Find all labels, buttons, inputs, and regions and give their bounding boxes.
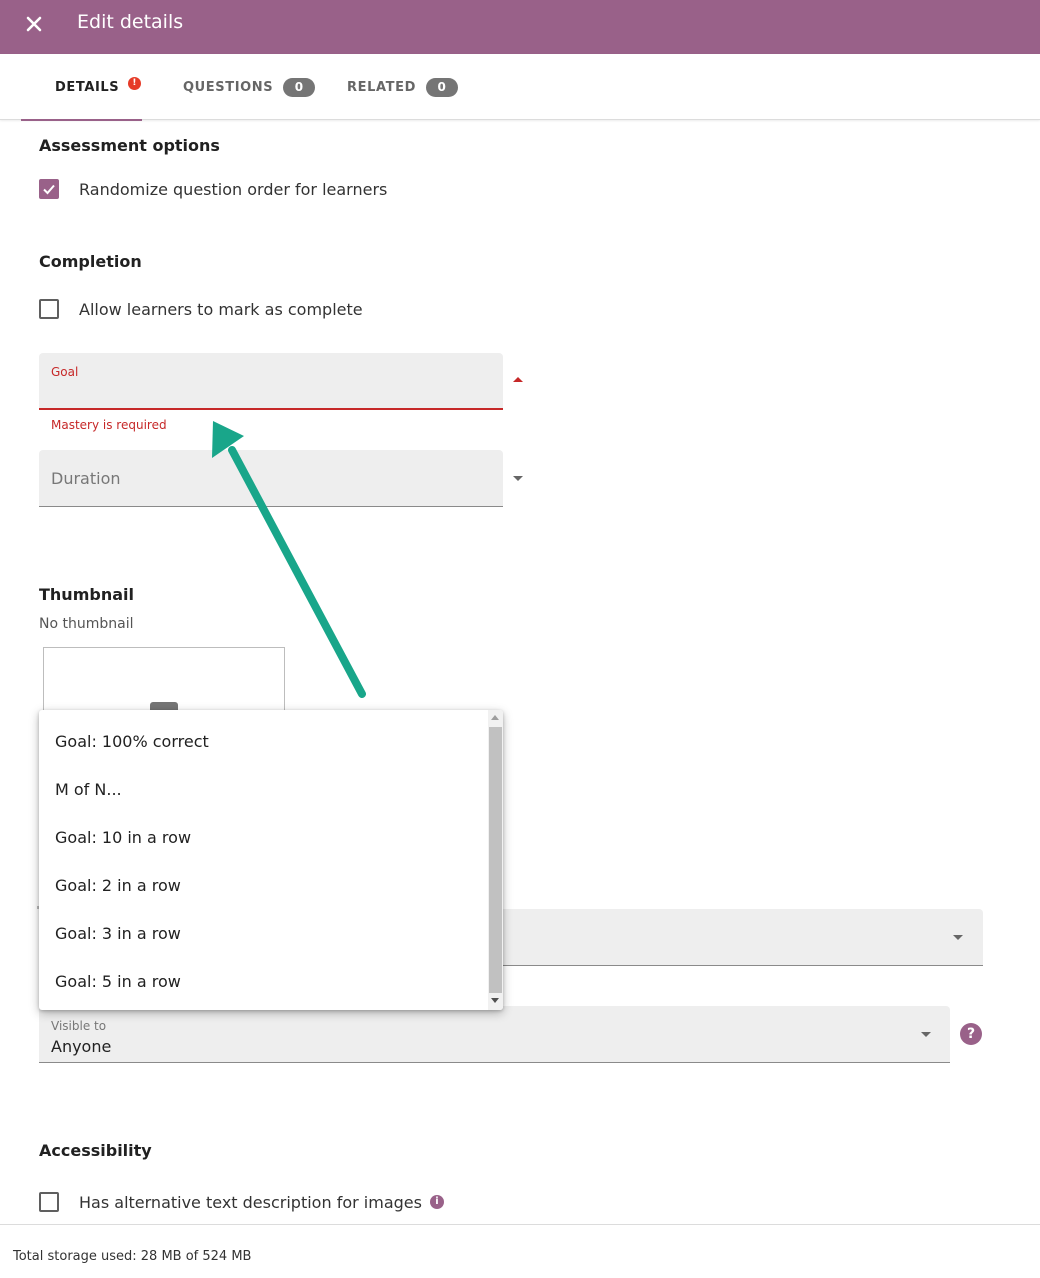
- goal-error-message: Mastery is required: [51, 418, 167, 432]
- alt-text-row: Has alternative text description for ima…: [39, 1192, 444, 1212]
- visible-to-select[interactable]: Visible to Anyone: [39, 1006, 950, 1063]
- allow-mark-label: Allow learners to mark as complete: [79, 299, 363, 319]
- tab-related[interactable]: RELATED 0: [347, 54, 458, 120]
- error-badge-icon: !: [128, 76, 142, 90]
- goal-select[interactable]: Goal: [39, 353, 523, 410]
- allow-mark-row: Allow learners to mark as complete: [39, 299, 363, 319]
- alt-text-label: Has alternative text description for ima…: [79, 1192, 422, 1212]
- tab-questions-label: QUESTIONS: [183, 79, 274, 95]
- duration-label: Duration: [51, 469, 121, 488]
- visible-to-label: Visible to: [51, 1019, 107, 1033]
- duration-select[interactable]: Duration: [39, 450, 523, 507]
- goal-option[interactable]: Goal: 2 in a row: [55, 876, 181, 895]
- storage-usage: Total storage used: 28 MB of 524 MB: [13, 1249, 252, 1264]
- tab-questions[interactable]: QUESTIONS 0: [183, 54, 316, 120]
- scroll-thumb[interactable]: [489, 727, 502, 993]
- goal-dropdown-menu: Goal: 100% correct M of N... Goal: 10 in…: [39, 710, 503, 1010]
- info-icon[interactable]: i: [429, 1195, 444, 1209]
- hidden-select[interactable]: [500, 909, 983, 966]
- goal-option[interactable]: Goal: 5 in a row: [55, 972, 181, 991]
- caret-down-icon: [953, 935, 963, 940]
- caret-up-icon: [513, 377, 523, 382]
- goal-label: Goal: [51, 365, 79, 379]
- visible-to-value: Anyone: [51, 1037, 112, 1056]
- tab-details[interactable]: DETAILS !: [21, 54, 142, 121]
- questions-count-badge: 0: [283, 77, 316, 97]
- close-icon[interactable]: [21, 11, 47, 37]
- active-tab-indicator: [21, 119, 142, 121]
- goal-option[interactable]: M of N...: [55, 780, 122, 799]
- related-count-badge: 0: [425, 77, 458, 97]
- tab-details-label: DETAILS: [55, 79, 120, 95]
- assessment-options-heading: Assessment options: [39, 136, 220, 155]
- help-icon[interactable]: ?: [960, 1023, 982, 1045]
- menu-scrollbar[interactable]: [488, 710, 503, 1010]
- goal-option[interactable]: Goal: 10 in a row: [55, 828, 191, 847]
- check-icon: [43, 184, 55, 195]
- footer: Total storage used: 28 MB of 524 MB: [0, 1224, 1040, 1278]
- thumbnail-note: No thumbnail: [39, 616, 134, 632]
- caret-down-icon: [513, 476, 523, 481]
- allow-mark-checkbox[interactable]: [39, 299, 59, 319]
- page-title: Edit details: [77, 11, 184, 33]
- scroll-up-icon[interactable]: [491, 715, 499, 720]
- goal-option[interactable]: Goal: 100% correct: [55, 732, 209, 751]
- goal-option[interactable]: Goal: 3 in a row: [55, 924, 181, 943]
- randomize-checkbox[interactable]: [39, 179, 59, 199]
- thumbnail-heading: Thumbnail: [39, 585, 134, 604]
- app-bar: Edit details: [0, 0, 1040, 54]
- alt-text-checkbox[interactable]: [39, 1192, 59, 1212]
- accessibility-heading: Accessibility: [39, 1141, 152, 1160]
- randomize-row: Randomize question order for learners: [39, 179, 387, 199]
- tab-bar: DETAILS ! QUESTIONS 0 RELATED 0: [0, 54, 1040, 121]
- tab-related-label: RELATED: [347, 79, 416, 95]
- caret-down-icon: [921, 1032, 931, 1037]
- completion-heading: Completion: [39, 252, 142, 271]
- randomize-label: Randomize question order for learners: [79, 179, 388, 199]
- scroll-down-icon[interactable]: [491, 998, 499, 1003]
